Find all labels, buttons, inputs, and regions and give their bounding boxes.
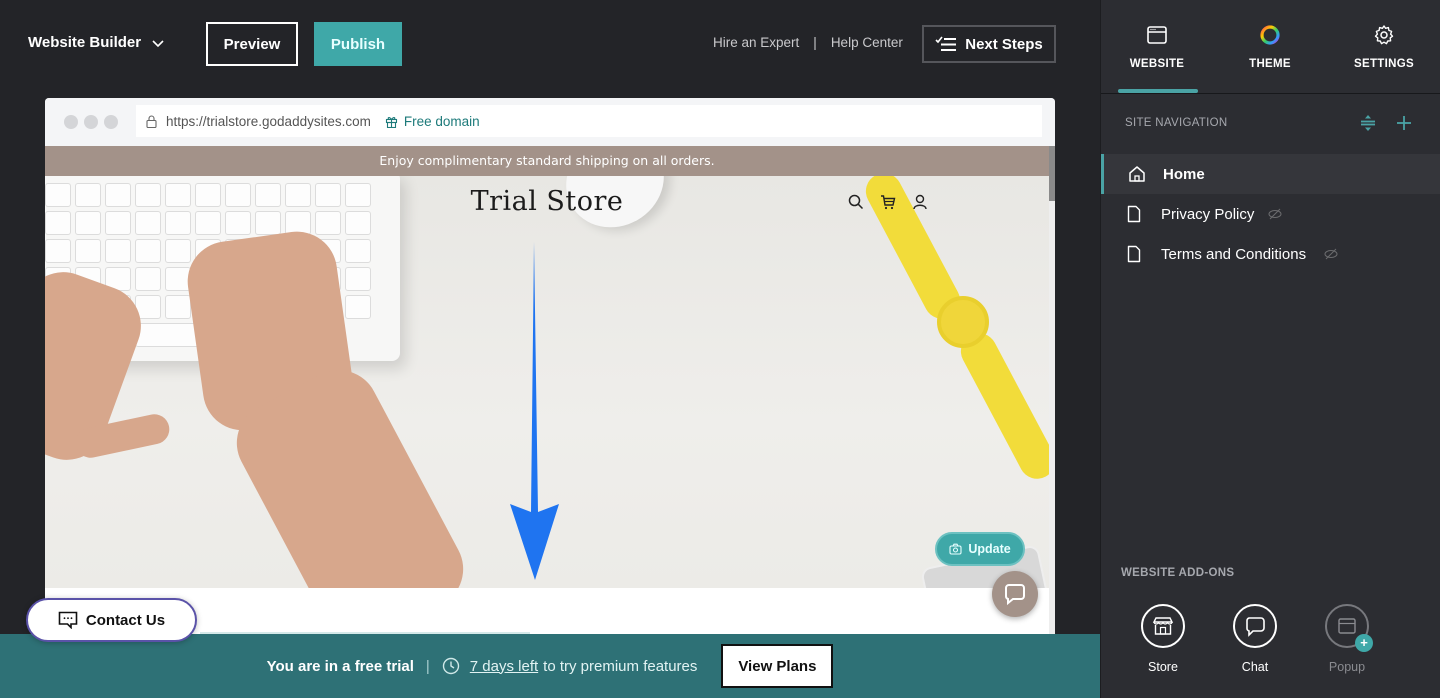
page-icon (1127, 245, 1141, 263)
addon-store[interactable]: Store (1123, 604, 1203, 674)
panel-tabs: WEBSITE THEME SETTINGS (1101, 0, 1440, 94)
tab-settings[interactable]: SETTINGS (1334, 24, 1434, 70)
site-canvas[interactable]: Enjoy complimentary standard shipping on… (45, 146, 1049, 638)
chat-icon (1246, 617, 1265, 637)
preview-scrollbar[interactable] (1049, 146, 1055, 638)
page-icon (1127, 205, 1141, 223)
browser-window-icon (1147, 26, 1167, 44)
window-dot (84, 115, 98, 129)
help-center-link[interactable]: Help Center (831, 35, 903, 50)
window-dot (64, 115, 78, 129)
nav-item-label: Privacy Policy (1161, 205, 1255, 223)
add-page-icon[interactable] (1395, 114, 1413, 132)
site-url: https://trialstore.godaddysites.com (166, 113, 371, 129)
camera-icon (949, 543, 962, 555)
tab-settings-label: SETTINGS (1354, 58, 1414, 70)
window-dot (104, 115, 118, 129)
trial-separator: | (425, 657, 430, 675)
tab-theme[interactable]: THEME (1220, 24, 1320, 70)
store-icon (1152, 617, 1174, 635)
browser-bar: https://trialstore.godaddysites.com Free… (45, 98, 1055, 146)
editor-panel: WEBSITE THEME SETTINGS SITE NAVIGATION H… (1100, 0, 1440, 698)
nav-item-home[interactable]: Home (1101, 154, 1440, 194)
addon-popup-label: Popup (1328, 660, 1366, 674)
active-tab-indicator (1118, 89, 1198, 93)
site-preview-frame: https://trialstore.godaddysites.com Free… (45, 98, 1055, 638)
trial-status: You are in a free trial (266, 657, 414, 675)
active-indicator (1101, 154, 1104, 194)
addon-popup-circle: + (1325, 604, 1373, 652)
top-bar: Website Builder Preview Publish Hire an … (0, 0, 1100, 90)
next-steps-label: Next Steps (965, 35, 1043, 53)
nav-item-label: Home (1163, 165, 1205, 183)
addon-chat[interactable]: Chat (1215, 604, 1295, 674)
window-controls (64, 115, 118, 129)
scrollbar-thumb[interactable] (1049, 146, 1055, 201)
search-icon[interactable] (848, 194, 864, 210)
hero-image-watch-face (937, 296, 989, 348)
site-chat-button[interactable] (992, 571, 1038, 617)
gear-icon (1374, 25, 1394, 45)
add-addon-icon[interactable]: + (1355, 634, 1373, 652)
checklist-icon (935, 36, 957, 51)
popup-icon (1338, 618, 1356, 634)
contact-us-button[interactable]: Contact Us (26, 598, 197, 642)
message-icon (58, 611, 78, 629)
site-header-icons (848, 194, 928, 210)
hero-section[interactable]: Trial Store (45, 176, 1049, 588)
tab-theme-label: THEME (1249, 58, 1291, 70)
tab-website-label: WEBSITE (1129, 58, 1185, 70)
account-icon[interactable] (912, 194, 928, 210)
free-domain-link[interactable]: Free domain (385, 114, 480, 129)
tab-website[interactable]: WEBSITE (1107, 24, 1207, 70)
hire-expert-link[interactable]: Hire an Expert (713, 35, 799, 50)
update-label: Update (968, 542, 1011, 556)
announcement-bar: Enjoy complimentary standard shipping on… (45, 146, 1049, 176)
publish-button[interactable]: Publish (314, 22, 402, 66)
link-separator: | (813, 35, 817, 50)
chevron-down-icon (152, 39, 164, 47)
days-left-link[interactable]: 7 days left (470, 658, 538, 675)
website-addons-label: WEBSITE ADD-ONS (1121, 567, 1235, 579)
brand-label: Website Builder (28, 34, 142, 51)
hidden-eye-icon (1324, 248, 1338, 260)
trial-banner: You are in a free trial | 7 days left to… (0, 634, 1100, 698)
addon-chat-circle (1233, 604, 1277, 648)
hero-image-watch-strap (954, 326, 1049, 486)
nav-item-privacy-policy[interactable]: Privacy Policy (1101, 194, 1440, 234)
next-steps-button[interactable]: Next Steps (922, 25, 1056, 63)
clock-icon (442, 657, 459, 675)
lock-icon (146, 114, 157, 128)
reorder-icon[interactable] (1359, 114, 1377, 132)
addon-store-label: Store (1148, 660, 1178, 674)
nav-item-label: Terms and Conditions (1161, 245, 1307, 263)
addon-popup[interactable]: + Popup (1307, 604, 1387, 674)
gift-icon (385, 116, 397, 128)
cart-icon[interactable] (880, 194, 896, 210)
site-navigation-label: SITE NAVIGATION (1125, 117, 1228, 129)
top-links: Hire an Expert | Help Center (713, 35, 903, 50)
color-wheel-icon (1260, 25, 1280, 45)
chat-icon (1005, 584, 1025, 606)
down-arrow-annotation (510, 242, 559, 580)
home-icon (1129, 166, 1145, 182)
free-domain-label: Free domain (403, 113, 480, 129)
trial-rest-text: to try premium features (543, 657, 698, 675)
update-image-button[interactable]: Update (935, 532, 1025, 566)
addon-chat-label: Chat (1241, 660, 1269, 674)
nav-item-terms-and-conditions[interactable]: Terms and Conditions (1101, 234, 1440, 274)
website-builder-app: Website Builder Preview Publish Hire an … (0, 0, 1440, 698)
website-builder-menu[interactable]: Website Builder (28, 34, 165, 51)
view-plans-button[interactable]: View Plans (721, 644, 834, 688)
hidden-eye-icon (1268, 208, 1282, 220)
site-navigation-tools (1359, 114, 1413, 132)
url-bar: https://trialstore.godaddysites.com Free… (136, 105, 1042, 137)
preview-button[interactable]: Preview (206, 22, 298, 66)
addon-store-circle (1141, 604, 1185, 648)
contact-us-label: Contact Us (85, 611, 166, 629)
